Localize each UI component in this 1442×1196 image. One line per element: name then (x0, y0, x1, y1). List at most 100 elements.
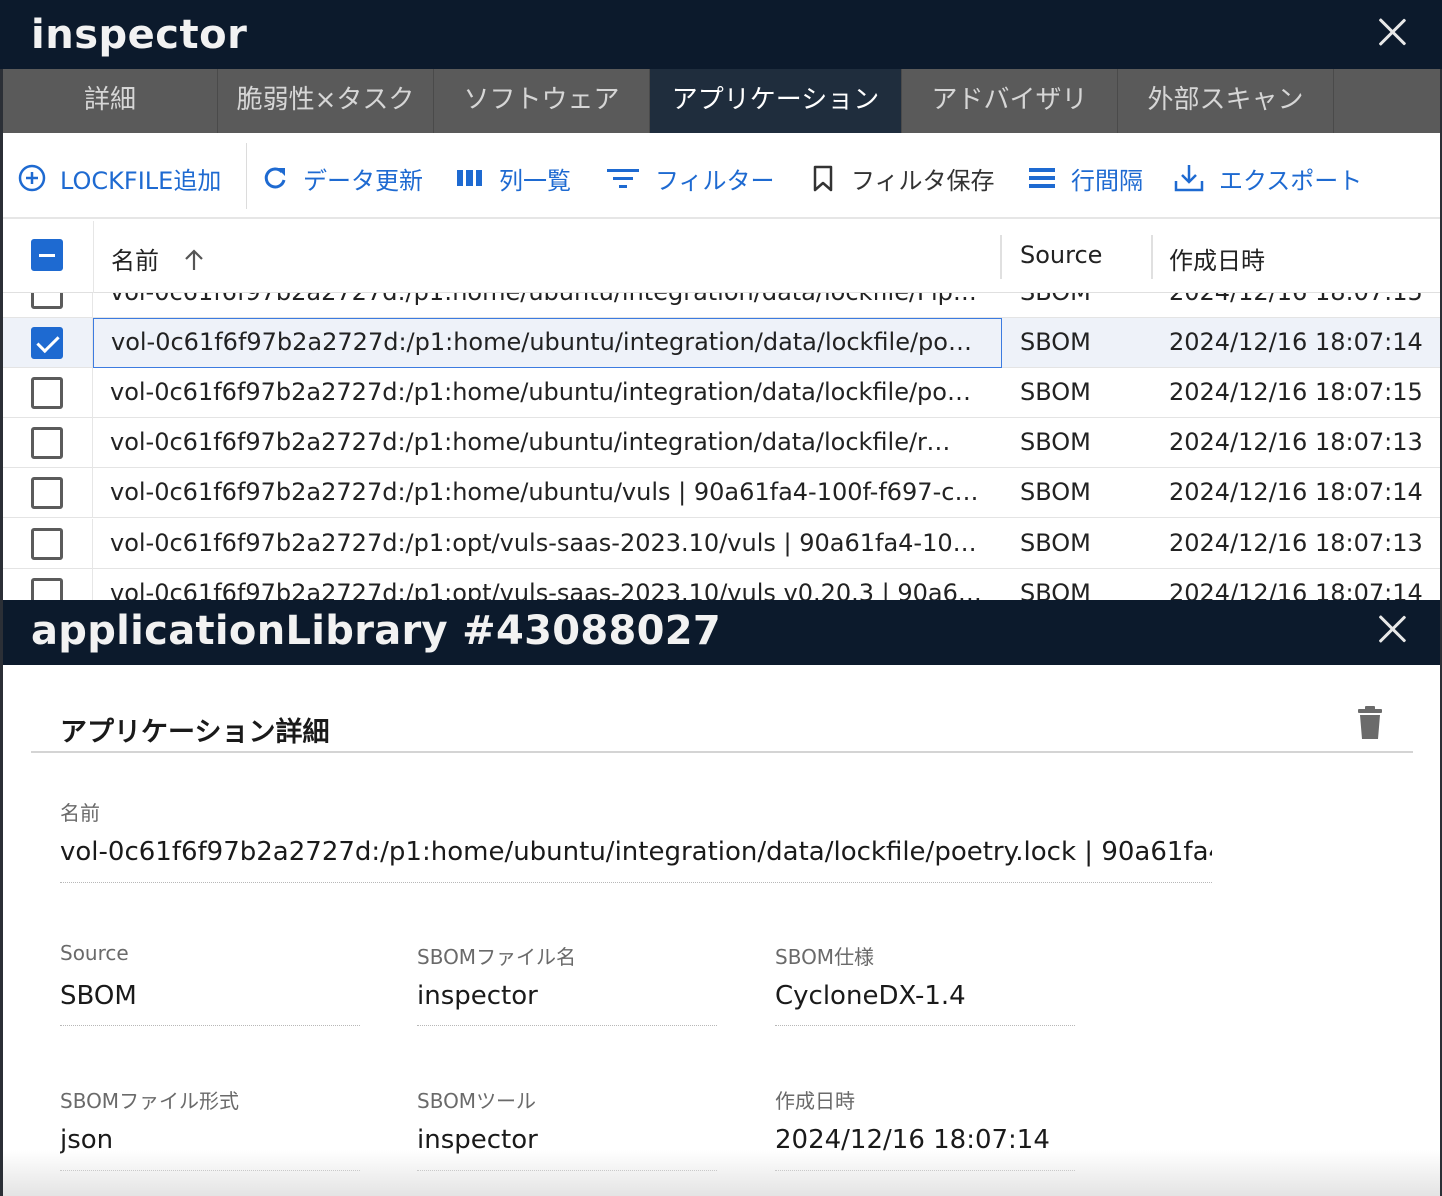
columns-button[interactable]: 列一覧 (455, 161, 571, 195)
row-source: SBOM (1020, 529, 1091, 557)
field-underline (775, 1025, 1075, 1026)
save-filter-button[interactable]: フィルタ保存 (809, 161, 995, 195)
row-source: SBOM (1020, 293, 1091, 306)
tab-vulnerabilities-tasks[interactable]: 脆弱性×タスク (218, 69, 434, 133)
row-source: SBOM (1020, 328, 1091, 356)
row-name: vol-0c61f6f97b2a2727d:/p1:home/ubuntu/in… (110, 378, 985, 406)
tab-applications[interactable]: アプリケーション (650, 69, 902, 133)
row-checkbox[interactable] (31, 477, 63, 509)
sbom-tool-label: SBOMツール (417, 1089, 537, 1113)
row-checkbox[interactable] (31, 528, 63, 560)
tab-bar: 詳細 脆弱性×タスク ソフトウェア アプリケーション アドバイザリ 外部スキャン (0, 69, 1442, 133)
save-filter-label: フィルタ保存 (851, 166, 995, 195)
table-row[interactable]: vol-0c61f6f97b2a2727d:/p1:home/ubuntu/in… (3, 293, 1440, 318)
row-created: 2024/12/16 18:07:15 (1169, 378, 1423, 406)
download-icon (1174, 165, 1204, 192)
name-cell: vol-0c61f6f97b2a2727d:/p1:home/ubuntu/in… (93, 318, 1002, 368)
source-label: Source (60, 941, 129, 965)
row-checkbox-cell (3, 318, 93, 368)
sbom-file-name-value: inspector (417, 981, 538, 1011)
section-title: アプリケーション詳細 (60, 717, 330, 748)
grid-toolbar: LOCKFILE追加 データ更新 列一覧 フィルター フィルタ保存 行間隔 エク… (3, 133, 1440, 219)
name-value: vol-0c61f6f97b2a2727d:/p1:home/ubuntu/in… (60, 837, 1212, 867)
row-density-button[interactable]: 行間隔 (1027, 161, 1143, 195)
field-underline (417, 1025, 717, 1026)
row-created: 2024/12/16 18:07:13 (1169, 428, 1423, 456)
row-checkbox[interactable] (31, 427, 63, 459)
column-name-label: 名前 (111, 247, 159, 275)
field-underline (775, 1170, 1075, 1171)
tab-software[interactable]: ソフトウェア (434, 69, 650, 133)
name-cell: vol-0c61f6f97b2a2727d:/p1:home/ubuntu/in… (93, 293, 1002, 318)
column-header-created[interactable]: 作成日時 (1169, 241, 1265, 276)
table-header: 名前 Source 作成日時 (3, 221, 1440, 293)
bookmark-icon (813, 165, 833, 192)
row-checkbox-cell (3, 519, 93, 569)
column-resize-handle[interactable] (1151, 235, 1153, 279)
source-value: SBOM (60, 981, 137, 1011)
row-checkbox[interactable] (31, 327, 63, 359)
name-cell: vol-0c61f6f97b2a2727d:/p1:opt/vuls-saas-… (93, 569, 1002, 600)
name-cell: vol-0c61f6f97b2a2727d:/p1:home/ubuntu/in… (93, 368, 1002, 418)
created-value: 2024/12/16 18:07:14 (775, 1125, 1050, 1155)
row-source: SBOM (1020, 378, 1091, 406)
tab-advisories[interactable]: アドバイザリ (902, 69, 1118, 133)
sbom-spec-label: SBOM仕様 (775, 945, 875, 969)
created-label: 作成日時 (775, 1089, 855, 1113)
table-row[interactable]: vol-0c61f6f97b2a2727d:/p1:home/ubuntu/in… (3, 368, 1440, 418)
close-icon[interactable] (1377, 17, 1407, 47)
columns-label: 列一覧 (499, 166, 571, 195)
row-checkbox[interactable] (31, 578, 63, 600)
export-button[interactable]: エクスポート (1173, 161, 1362, 195)
table-row[interactable]: vol-0c61f6f97b2a2727d:/p1:home/ubuntu/vu… (3, 468, 1440, 518)
density-icon (1029, 168, 1055, 188)
tab-details[interactable]: 詳細 (3, 69, 218, 133)
row-checkbox[interactable] (31, 377, 63, 409)
field-underline (417, 1170, 717, 1171)
sort-ascending-icon[interactable] (181, 247, 207, 273)
field-underline (60, 882, 1212, 883)
row-name: vol-0c61f6f97b2a2727d:/p1:opt/vuls-saas-… (110, 579, 985, 600)
detail-titlebar: applicationLibrary #43088027 (3, 600, 1440, 665)
sbom-file-name-label: SBOMファイル名 (417, 945, 577, 969)
toolbar-divider (246, 143, 247, 209)
row-checkbox[interactable] (31, 293, 63, 309)
field-underline (60, 1025, 360, 1026)
row-created: 2024/12/16 18:07:14 (1169, 328, 1423, 356)
filter-button[interactable]: フィルター (605, 161, 775, 195)
table-body: vol-0c61f6f97b2a2727d:/p1:home/ubuntu/in… (3, 293, 1440, 600)
refresh-data-button[interactable]: データ更新 (261, 161, 423, 195)
row-name: vol-0c61f6f97b2a2727d:/p1:opt/vuls-saas-… (110, 529, 985, 557)
table-row[interactable]: vol-0c61f6f97b2a2727d:/p1:opt/vuls-saas-… (3, 519, 1440, 569)
row-density-label: 行間隔 (1071, 166, 1143, 195)
row-created: 2024/12/16 18:07:13 (1169, 529, 1423, 557)
add-lockfile-label: LOCKFILE追加 (60, 166, 222, 195)
table-row[interactable]: vol-0c61f6f97b2a2727d:/p1:opt/vuls-saas-… (3, 569, 1440, 600)
export-label: エクスポート (1219, 166, 1363, 195)
window-title: inspector (31, 12, 248, 58)
row-name: vol-0c61f6f97b2a2727d:/p1:home/ubuntu/vu… (110, 478, 985, 506)
field-underline (60, 1170, 360, 1171)
refresh-data-label: データ更新 (303, 166, 423, 195)
column-header-name[interactable]: 名前 (111, 241, 207, 276)
row-created: 2024/12/16 18:07:14 (1169, 478, 1423, 506)
trash-icon[interactable] (1355, 705, 1385, 741)
tab-external-scan[interactable]: 外部スキャン (1118, 69, 1334, 133)
column-resize-handle[interactable] (1000, 235, 1002, 279)
name-cell: vol-0c61f6f97b2a2727d:/p1:home/ubuntu/in… (93, 418, 1002, 468)
select-all-checkbox[interactable] (31, 239, 63, 271)
name-cell: vol-0c61f6f97b2a2727d:/p1:opt/vuls-saas-… (93, 519, 1002, 569)
filter-list-icon (607, 169, 639, 188)
window-titlebar: inspector (0, 0, 1442, 69)
table-row[interactable]: vol-0c61f6f97b2a2727d:/p1:home/ubuntu/in… (3, 318, 1440, 368)
close-icon[interactable] (1377, 614, 1407, 644)
filter-label: フィルター (655, 166, 775, 195)
name-label: 名前 (60, 801, 100, 825)
table-row[interactable]: vol-0c61f6f97b2a2727d:/p1:home/ubuntu/in… (3, 418, 1440, 468)
sbom-tool-value: inspector (417, 1125, 538, 1155)
column-header-source[interactable]: Source (1020, 241, 1102, 269)
detail-panel: アプリケーション詳細 名前 vol-0c61f6f97b2a2727d:/p1:… (3, 665, 1440, 1196)
row-name: vol-0c61f6f97b2a2727d:/p1:home/ubuntu/in… (110, 428, 965, 456)
add-lockfile-button[interactable]: LOCKFILE追加 (18, 161, 221, 195)
detail-title: applicationLibrary #43088027 (31, 608, 722, 654)
